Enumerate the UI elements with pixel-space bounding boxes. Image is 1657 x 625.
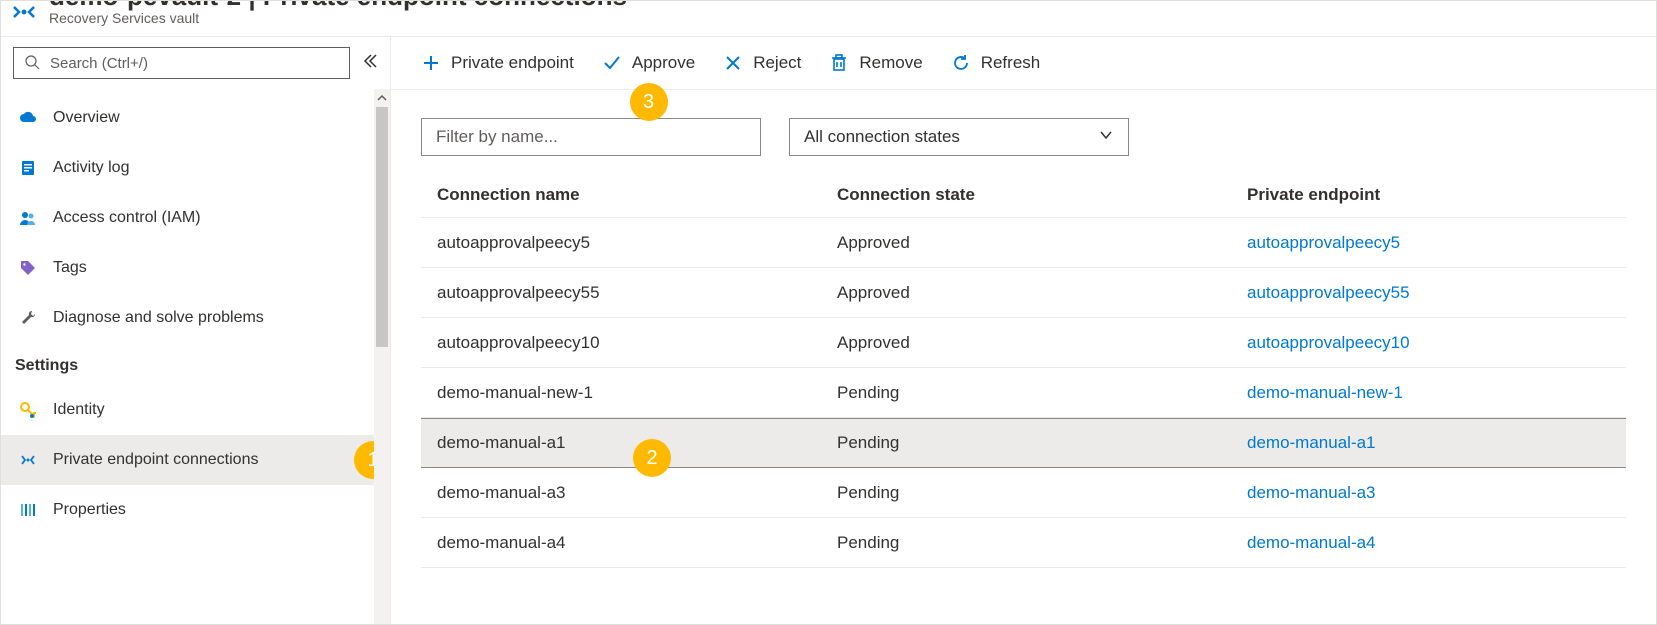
sidebar-search[interactable] [13,47,350,79]
table-row[interactable]: autoapprovalpeecy55 Approved autoapprova… [421,268,1626,318]
table-row[interactable]: demo-manual-a1 2 Pending demo-manual-a1 [421,418,1626,468]
resource-type-subtitle: Recovery Services vault [49,10,627,26]
toolbar-label: Refresh [981,53,1041,73]
filter-by-name-input[interactable] [421,118,761,156]
add-private-endpoint-button[interactable]: Private endpoint [421,53,574,73]
endpoint-link[interactable]: autoapprovalpeecy55 [1247,283,1410,302]
key-icon [19,401,37,419]
remove-button[interactable]: Remove [829,53,922,73]
endpoint-link[interactable]: autoapprovalpeecy5 [1247,233,1400,252]
sidebar-item-label: Properties [53,501,126,519]
collapse-sidebar-button[interactable] [358,49,382,78]
sidebar-item-label: Access control (IAM) [53,209,201,227]
sidebar-item-diagnose[interactable]: Diagnose and solve problems [1,293,390,343]
properties-icon [19,501,37,519]
sidebar-item-tags[interactable]: Tags [1,243,390,293]
connection-state-select[interactable]: All connection states [789,118,1129,156]
col-private-endpoint[interactable]: Private endpoint [1231,185,1626,205]
sidebar-scrollbar[interactable] [374,89,390,624]
table-row[interactable]: demo-manual-a3 Pending demo-manual-a3 [421,468,1626,518]
cloud-icon [19,109,37,127]
table-row[interactable]: autoapprovalpeecy5 Approved autoapproval… [421,218,1626,268]
endpoint-link[interactable]: autoapprovalpeecy10 [1247,333,1410,352]
col-connection-name[interactable]: Connection name [421,185,821,205]
sidebar-item-label: Identity [53,401,105,419]
sidebar-search-input[interactable] [50,55,339,72]
sidebar-item-private-endpoint[interactable]: Private endpoint connections 1 [1,435,390,485]
callout-3: 3 [630,83,668,121]
scrollbar-thumb[interactable] [376,107,388,347]
cell-state: Approved [821,333,1231,353]
table-header: Connection name Connection state Private… [421,172,1626,218]
cell-state: Pending [821,483,1231,503]
refresh-button[interactable]: Refresh [951,53,1041,73]
command-bar: Private endpoint Approve 3 Reject Remov [391,37,1656,90]
endpoint-link[interactable]: demo-manual-a3 [1247,483,1376,502]
cell-name: autoapprovalpeecy55 [421,283,821,303]
trash-icon [829,53,849,73]
cell-name: demo-manual-a1 2 [421,433,821,453]
cell-state: Approved [821,283,1231,303]
cell-state: Pending [821,533,1231,553]
sidebar-item-label: Diagnose and solve problems [53,309,264,327]
people-icon [19,209,37,227]
sidebar-item-identity[interactable]: Identity [1,385,390,435]
sidebar: Overview Activity log Access control (IA… [1,37,391,624]
toolbar-label: Private endpoint [451,53,574,73]
table-row[interactable]: autoapprovalpeecy10 Approved autoapprova… [421,318,1626,368]
toolbar-label: Reject [753,53,801,73]
private-link-icon [19,451,37,469]
approve-button[interactable]: Approve 3 [602,53,695,73]
scroll-up-icon[interactable] [374,89,390,107]
sidebar-item-label: Overview [53,109,120,127]
callout-2: 2 [633,439,671,477]
sidebar-item-label: Activity log [53,159,129,177]
resource-icon [9,1,39,30]
sidebar-item-overview[interactable]: Overview [1,93,390,143]
sidebar-item-properties[interactable]: Properties [1,485,390,535]
check-icon [602,53,622,73]
cell-name: demo-manual-new-1 [421,383,821,403]
sidebar-group-settings: Settings [1,343,390,385]
endpoint-link[interactable]: demo-manual-a1 [1247,433,1376,452]
plus-icon [421,53,441,73]
cell-state: Pending [821,383,1231,403]
cell-name: autoapprovalpeecy5 [421,233,821,253]
sidebar-item-access-control[interactable]: Access control (IAM) [1,193,390,243]
sidebar-item-label: Tags [53,259,87,277]
endpoint-link[interactable]: demo-manual-a4 [1247,533,1376,552]
table-row[interactable]: demo-manual-a4 Pending demo-manual-a4 [421,518,1626,568]
cell-state: Approved [821,233,1231,253]
refresh-icon [951,53,971,73]
search-icon [24,54,40,73]
wrench-icon [19,309,37,327]
toolbar-label: Approve [632,53,695,73]
cell-name: demo-manual-a3 [421,483,821,503]
cell-name: demo-manual-a4 [421,533,821,553]
endpoint-link[interactable]: demo-manual-new-1 [1247,383,1403,402]
cell-state: Pending [821,433,1231,453]
reject-button[interactable]: Reject [723,53,801,73]
col-connection-state[interactable]: Connection state [821,185,1231,205]
toolbar-label: Remove [859,53,922,73]
connections-table: Connection name Connection state Private… [391,172,1656,568]
select-value: All connection states [804,127,960,147]
tag-icon [19,259,37,277]
sidebar-item-activity-log[interactable]: Activity log [1,143,390,193]
log-icon [19,159,37,177]
table-row[interactable]: demo-manual-new-1 Pending demo-manual-ne… [421,368,1626,418]
cell-name: autoapprovalpeecy10 [421,333,821,353]
content-pane: Private endpoint Approve 3 Reject Remov [391,37,1656,624]
x-icon [723,53,743,73]
sidebar-item-label: Private endpoint connections [53,451,258,469]
chevron-down-icon [1098,127,1114,148]
